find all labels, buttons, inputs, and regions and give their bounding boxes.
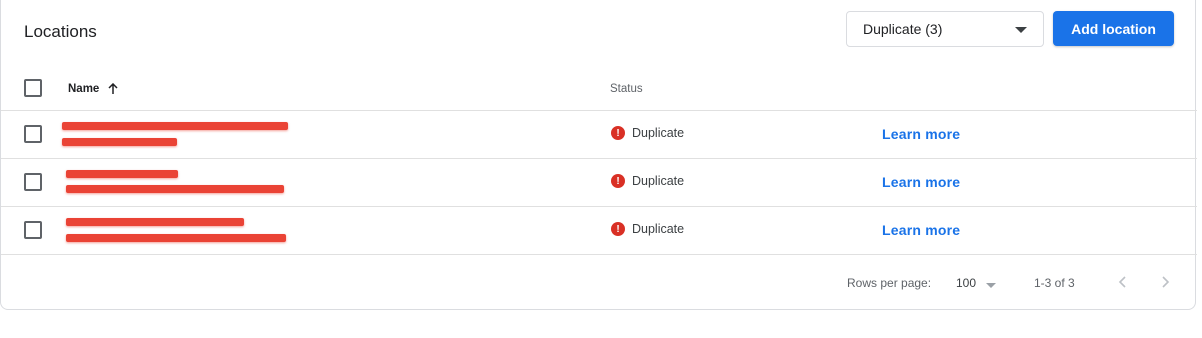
error-icon: ! — [611, 222, 625, 236]
status-cell: ! Duplicate — [611, 174, 684, 188]
status-cell: ! Duplicate — [611, 222, 684, 236]
learn-more-link[interactable]: Learn more — [882, 174, 960, 190]
column-header-name-label: Name — [68, 83, 100, 95]
pagination-range: 1-3 of 3 — [1034, 276, 1075, 290]
row-checkbox[interactable] — [24, 221, 42, 239]
header-divider — [1, 110, 1197, 111]
row-divider — [1, 158, 1197, 159]
redacted-name — [66, 170, 178, 178]
status-text: Duplicate — [632, 174, 685, 188]
add-location-button[interactable]: Add location — [1053, 11, 1174, 46]
rows-per-page-label: Rows per page: — [847, 276, 932, 290]
redacted-name — [62, 122, 288, 130]
status-cell: ! Duplicate — [611, 126, 684, 140]
error-icon: ! — [611, 126, 625, 140]
chevron-right-icon[interactable] — [1156, 272, 1174, 292]
column-header-status: Status — [610, 83, 643, 95]
status-filter-value: Duplicate (3) — [863, 21, 943, 37]
chevron-down-icon[interactable] — [986, 283, 996, 288]
row-checkbox[interactable] — [24, 125, 42, 143]
row-divider — [1, 206, 1197, 207]
status-text: Duplicate — [632, 222, 685, 236]
status-filter-dropdown[interactable]: Duplicate (3) — [846, 11, 1044, 47]
redacted-address — [62, 138, 177, 146]
learn-more-link[interactable]: Learn more — [882, 222, 960, 238]
redacted-address — [66, 185, 284, 193]
learn-more-link[interactable]: Learn more — [882, 126, 960, 142]
error-icon: ! — [611, 174, 625, 188]
chevron-left-icon[interactable] — [1114, 272, 1132, 292]
row-divider — [1, 254, 1197, 255]
status-text: Duplicate — [632, 126, 685, 140]
select-all-checkbox[interactable] — [24, 79, 42, 97]
row-checkbox[interactable] — [24, 173, 42, 191]
redacted-address — [66, 234, 286, 242]
rows-per-page-select[interactable]: 100 — [956, 276, 976, 290]
locations-card: Locations Duplicate (3) Add location Nam… — [0, 0, 1197, 310]
page-title: Locations — [24, 22, 97, 41]
dropdown-caret-icon — [1015, 27, 1027, 33]
arrow-up-icon — [107, 83, 119, 95]
column-header-name[interactable]: Name — [68, 83, 119, 95]
redacted-name — [66, 218, 244, 226]
